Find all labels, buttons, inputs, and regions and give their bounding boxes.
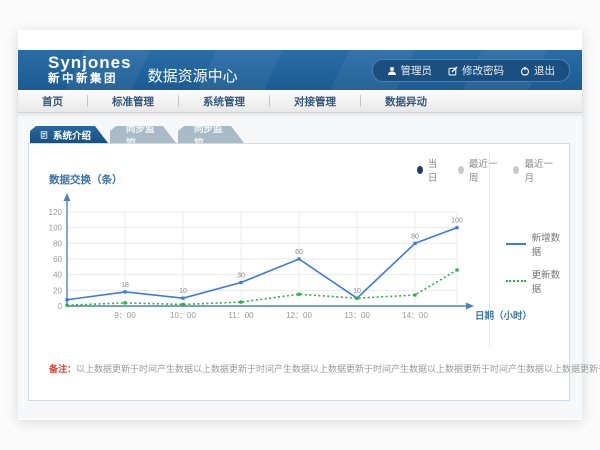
- svg-text:80: 80: [411, 233, 419, 240]
- page-title: 数据资源中心: [148, 65, 238, 86]
- logout-button[interactable]: 退出: [520, 63, 555, 78]
- radio-selected-icon: [417, 166, 423, 174]
- change-password-label: 修改密码: [462, 63, 504, 78]
- content-area: 系统介绍 同步监控 同步监控 当日 最近一周: [18, 113, 582, 419]
- nav-item-interface-mgmt[interactable]: 对接管理: [270, 94, 360, 109]
- nav-item-data-change[interactable]: 数据异动: [361, 94, 451, 109]
- edit-icon: [448, 66, 458, 76]
- time-range-filters: 当日 最近一周 最近一月: [417, 156, 569, 184]
- legend-divider: [489, 152, 490, 348]
- tab-label: 系统介绍: [53, 128, 91, 142]
- chart-panel: 当日 最近一周 最近一月 数据交换（条） 0 20 40 60 80 100 120 9：00…: [28, 143, 570, 401]
- tab-sync-monitor-1[interactable]: 同步监控: [110, 126, 176, 143]
- svg-text:60: 60: [295, 249, 303, 256]
- user-icon: [387, 66, 397, 76]
- footnote-text: 以上数据更新于时间产生数据以上数据更新于时间产生数据以上数据更新于时间产生数据以…: [76, 364, 600, 374]
- app-window: Synjones 新中新集团 数据资源中心 管理员 修改密码 退出: [18, 30, 582, 420]
- svg-text:30: 30: [237, 273, 245, 280]
- svg-text:20: 20: [53, 286, 62, 295]
- svg-text:11：00: 11：00: [228, 311, 254, 320]
- svg-text:60: 60: [53, 255, 62, 264]
- change-password-button[interactable]: 修改密码: [448, 63, 504, 78]
- svg-text:10：00: 10：00: [170, 311, 196, 320]
- company-logo: Synjones 新中新集团: [48, 54, 132, 86]
- chart-legend: 新增数据 更新数据: [506, 230, 569, 304]
- main-nav: 首页 标准管理 系统管理 对接管理 数据异动: [18, 90, 582, 113]
- svg-text:日期（小时）: 日期（小时）: [475, 310, 532, 322]
- svg-text:0: 0: [58, 302, 63, 311]
- nav-item-system-mgmt[interactable]: 系统管理: [179, 94, 269, 109]
- user-bar: 管理员 修改密码 退出: [372, 59, 571, 82]
- svg-text:100: 100: [451, 218, 463, 225]
- footnote: 备注：以上数据更新于时间产生数据以上数据更新于时间产生数据以上数据更新于时间产生…: [49, 362, 600, 375]
- legend-item-new-data[interactable]: 新增数据: [506, 230, 569, 258]
- app-header: Synjones 新中新集团 数据资源中心 管理员 修改密码 退出: [18, 50, 582, 90]
- company-name: 新中新集团: [48, 74, 132, 86]
- filter-label: 最近一月: [524, 156, 553, 184]
- nav-item-standard-mgmt[interactable]: 标准管理: [88, 94, 178, 109]
- svg-text:120: 120: [49, 208, 63, 217]
- blue-line-icon: [506, 243, 526, 245]
- tab-bar: 系统介绍 同步监控 同步监控: [30, 126, 244, 143]
- filter-last-week[interactable]: 最近一周: [458, 156, 498, 184]
- filter-label: 当日: [428, 156, 442, 184]
- filter-today[interactable]: 当日: [417, 156, 442, 184]
- green-dotted-line-icon: [506, 280, 526, 282]
- tab-system-intro[interactable]: 系统介绍: [30, 126, 108, 143]
- svg-text:10: 10: [353, 288, 361, 295]
- svg-text:100: 100: [49, 224, 63, 233]
- svg-text:10: 10: [179, 288, 187, 295]
- filter-label: 最近一周: [469, 156, 498, 184]
- power-icon: [520, 66, 530, 76]
- svg-text:40: 40: [53, 271, 62, 280]
- svg-text:18: 18: [121, 282, 129, 289]
- radio-unselected-icon: [513, 166, 519, 174]
- legend-item-updated-data[interactable]: 更新数据: [506, 267, 569, 295]
- radio-unselected-icon: [458, 166, 464, 174]
- line-chart: 0 20 40 60 80 100 120 9：00 10：00 11：00 12：00 13：00 1…: [43, 188, 543, 333]
- nav-item-home[interactable]: 首页: [18, 94, 87, 109]
- svg-text:80: 80: [53, 239, 62, 248]
- tab-sync-monitor-2[interactable]: 同步监控: [178, 126, 244, 143]
- svg-text:14：00: 14：00: [402, 311, 428, 320]
- logout-label: 退出: [534, 63, 555, 78]
- svg-text:12：00: 12：00: [286, 311, 312, 320]
- footnote-label: 备注：: [49, 364, 76, 374]
- y-axis-title: 数据交换（条）: [49, 172, 123, 187]
- brand-name: Synjones: [48, 54, 132, 71]
- svg-text:9：00: 9：00: [114, 311, 136, 320]
- current-user[interactable]: 管理员: [387, 63, 433, 78]
- filter-last-month[interactable]: 最近一月: [513, 156, 553, 184]
- svg-text:13：00: 13：00: [344, 311, 370, 320]
- user-name-label: 管理员: [401, 63, 433, 78]
- document-icon: [40, 131, 48, 139]
- top-strip: [18, 30, 582, 50]
